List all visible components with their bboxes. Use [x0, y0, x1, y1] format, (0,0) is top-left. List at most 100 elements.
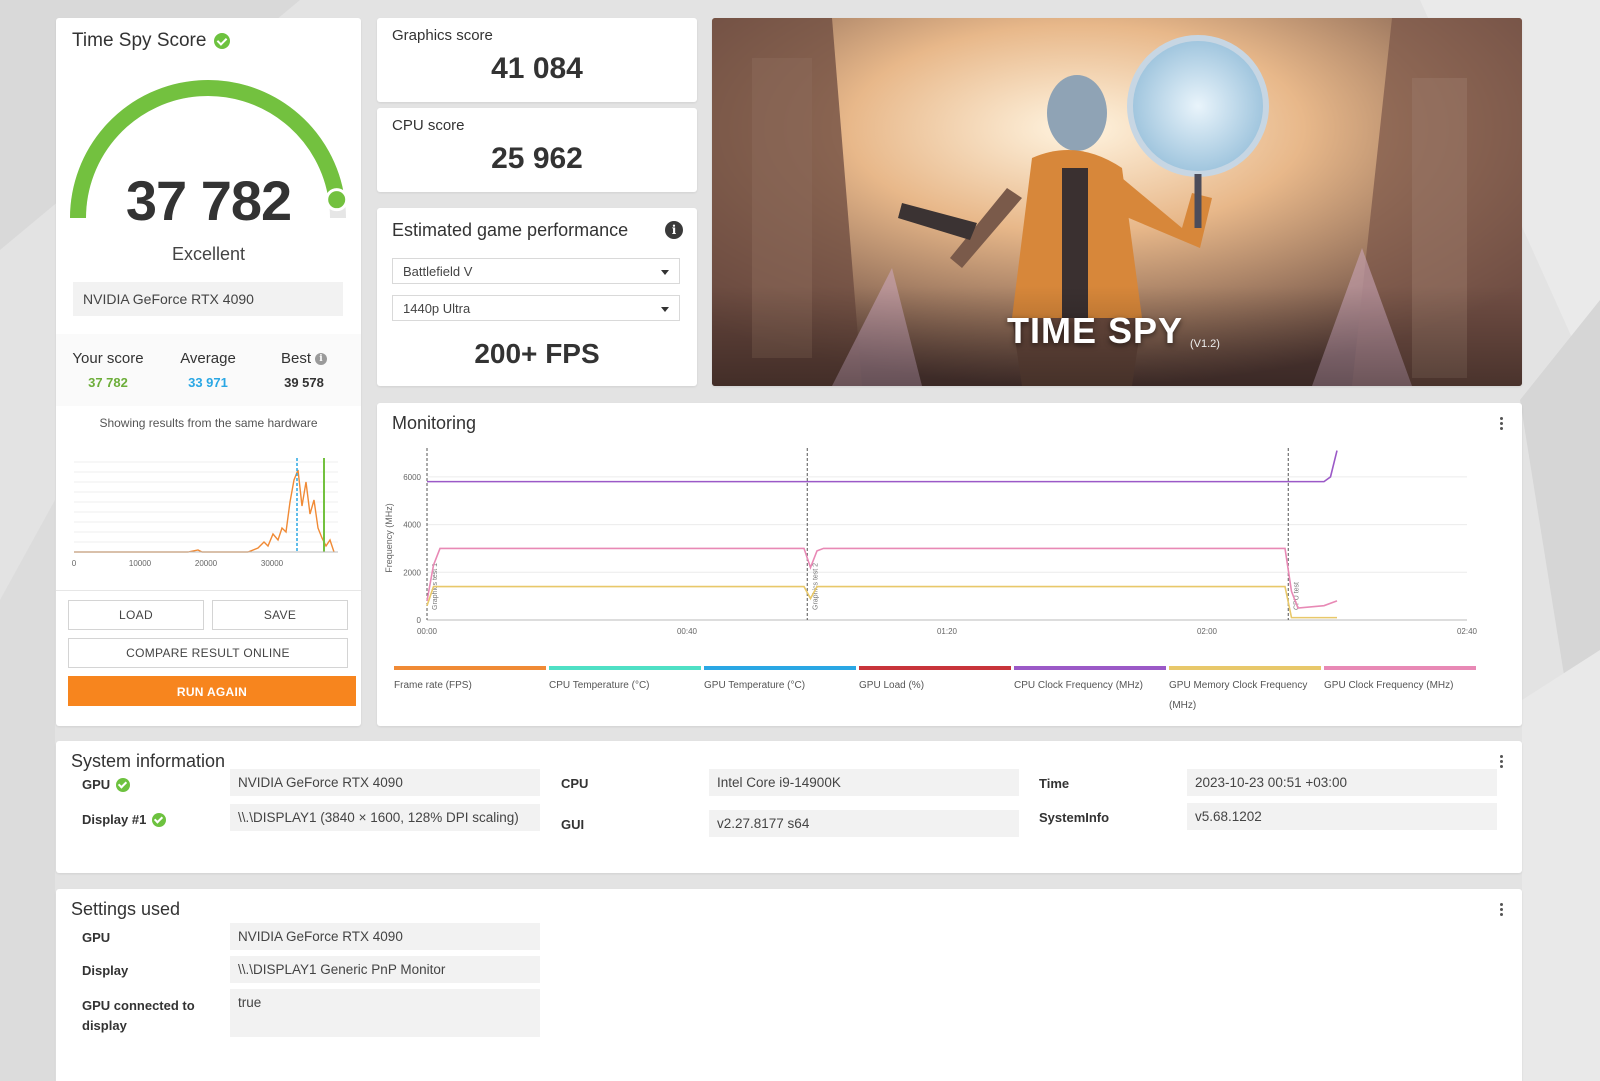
legend-item-5[interactable]: GPU Memory Clock Frequency (MHz) — [1169, 666, 1321, 716]
cpu-score-value: 25 962 — [491, 142, 583, 175]
benchmark-version: (V1.2) — [1190, 338, 1220, 350]
settings-used-title: Settings used — [71, 899, 181, 919]
legend-swatch — [1324, 666, 1476, 670]
cpu-label: CPU — [561, 776, 589, 791]
systeminfo-value: v5.68.1202 — [1187, 803, 1497, 830]
more-options-icon[interactable] — [1500, 755, 1504, 769]
system-information-title: System information — [71, 751, 226, 771]
legend-swatch — [704, 666, 856, 670]
compare-result-online-button[interactable]: COMPARE RESULT ONLINE — [68, 638, 348, 668]
legend-item-4[interactable]: CPU Clock Frequency (MHz) — [1014, 666, 1166, 696]
monitoring-chart: Frequency (MHz) 0 2000 4000 6000 00:00 00:40… — [384, 448, 1478, 636]
gpu-memory-clock-series — [426, 585, 1337, 619]
hist-tick-1: 10000 — [129, 559, 152, 568]
gpu-clock-series — [426, 547, 1338, 609]
more-options-icon[interactable] — [1500, 903, 1504, 917]
cpu-value: Intel Core i9-14900K — [709, 769, 1019, 796]
y-axis-label: Frequency (MHz) — [384, 503, 394, 573]
x-tick-4: 02:40 — [1457, 627, 1478, 636]
average-score: Average 33 971 — [180, 350, 236, 390]
more-options-icon[interactable] — [1500, 417, 1504, 431]
game-performance-card: Estimated game performance i Battlefield… — [377, 208, 697, 386]
x-tick-1: 00:40 — [677, 627, 698, 636]
y-tick-2: 4000 — [403, 521, 421, 530]
game-performance-title: Estimated game performance — [392, 220, 629, 240]
total-score: 37 782 — [125, 169, 292, 232]
y-tick-0: 0 — [417, 616, 422, 625]
cpu-score-card: CPU score 25 962 — [377, 108, 697, 192]
benchmark-title: TIME SPY — [1007, 310, 1184, 351]
gui-label: GUI — [561, 817, 585, 832]
hist-tick-2: 20000 — [195, 559, 218, 568]
gpu-label: GPU — [82, 777, 131, 792]
gpu-value: NVIDIA GeForce RTX 4090 — [230, 769, 540, 796]
y-tick-1: 2000 — [403, 568, 421, 577]
hardware-name: NVIDIA GeForce RTX 4090 — [73, 282, 343, 316]
score-comparison: Your score 37 782 Average 33 971 Best i 3… — [56, 334, 361, 406]
legend-item-3[interactable]: GPU Load (%) — [859, 666, 1011, 696]
legend-swatch — [1014, 666, 1166, 670]
load-button[interactable]: LOAD — [68, 600, 204, 630]
save-button[interactable]: SAVE — [212, 600, 348, 630]
check-icon — [152, 812, 167, 827]
legend-label: GPU Temperature (°C) — [704, 680, 806, 691]
legend-item-0[interactable]: Frame rate (FPS) — [394, 666, 546, 696]
legend-label: CPU Temperature (°C) — [549, 680, 650, 691]
legend-label: CPU Clock Frequency (MHz) — [1014, 680, 1143, 691]
legend-swatch — [394, 666, 546, 670]
display-value: \\.\DISPLAY1 (3840 × 1600, 128% DPI scal… — [230, 804, 540, 831]
hist-tick-3: 30000 — [261, 559, 284, 568]
legend-item-2[interactable]: GPU Temperature (°C) — [704, 666, 856, 696]
game-select[interactable]: Battlefield V — [392, 258, 680, 284]
x-tick-0: 00:00 — [417, 627, 438, 636]
settings-gpu-value: NVIDIA GeForce RTX 4090 — [230, 923, 540, 950]
info-icon[interactable]: i — [315, 352, 327, 365]
showing-results-text: Showing results from the same hardware — [99, 416, 318, 430]
legend-swatch — [549, 666, 701, 670]
run-again-button[interactable]: RUN AGAIN — [68, 676, 356, 706]
legend-label: Frame rate (FPS) — [394, 680, 472, 691]
x-tick-2: 01:20 — [937, 627, 958, 636]
info-icon[interactable]: i — [665, 221, 683, 239]
check-icon — [116, 777, 131, 792]
graphics-score-card: Graphics score 41 084 — [377, 18, 697, 102]
x-tick-3: 02:00 — [1197, 627, 1218, 636]
graphics-score-value: 41 084 — [491, 52, 583, 85]
score-distribution-chart: 0 10000 20000 30000 — [72, 458, 338, 568]
your-score: Your score 37 782 — [72, 350, 144, 390]
benchmark-banner: TIME SPY (V1.2) — [712, 18, 1522, 386]
legend-item-1[interactable]: CPU Temperature (°C) — [549, 666, 701, 696]
legend-item-6[interactable]: GPU Clock Frequency (MHz) — [1324, 666, 1476, 696]
display-label: Display #1 — [82, 812, 167, 827]
system-information-card: System information GPU NVIDIA GeForce RT… — [56, 741, 1522, 873]
legend-label: GPU Memory Clock Frequency (MHz) — [1169, 680, 1308, 711]
time-label: Time — [1039, 776, 1070, 791]
legend-label: GPU Clock Frequency (MHz) — [1324, 680, 1454, 691]
preset-select[interactable]: 1440p Ultra — [392, 295, 680, 321]
estimated-fps: 200+ FPS — [474, 338, 600, 369]
time-value: 2023-10-23 00:51 +03:00 — [1187, 769, 1497, 796]
cpu-score-label: CPU score — [392, 117, 465, 134]
score-rating: Excellent — [171, 244, 246, 264]
score-title: Time Spy Score — [72, 30, 231, 52]
settings-display-label: Display — [82, 963, 129, 978]
chevron-down-icon — [661, 270, 669, 275]
legend-swatch — [1169, 666, 1321, 670]
y-tick-3: 6000 — [403, 473, 421, 482]
hist-tick-0: 0 — [72, 559, 77, 568]
monitoring-card: Monitoring Frequency (MHz) 0 2000 4000 6000… — [377, 403, 1522, 726]
gui-value: v2.27.8177 s64 — [709, 810, 1019, 837]
graphics-score-label: Graphics score — [392, 27, 493, 44]
monitoring-title: Monitoring — [392, 413, 477, 433]
legend-swatch — [859, 666, 1011, 670]
score-card: Time Spy Score 37 782 Excellent NVIDIA G… — [56, 18, 361, 726]
best-score: Best i 39 578 — [268, 350, 340, 390]
check-icon — [214, 33, 231, 49]
settings-display-value: \\.\DISPLAY1 Generic PnP Monitor — [230, 956, 540, 983]
settings-used-card: Settings used GPU NVIDIA GeForce RTX 409… — [56, 889, 1522, 1081]
systeminfo-label: SystemInfo — [1039, 810, 1110, 825]
settings-gpu-connected-value: true — [230, 989, 540, 1037]
settings-gpu-label: GPU — [82, 930, 111, 945]
settings-gpu-connected-label: GPU connected to display — [82, 998, 195, 1033]
legend-label: GPU Load (%) — [859, 680, 925, 691]
